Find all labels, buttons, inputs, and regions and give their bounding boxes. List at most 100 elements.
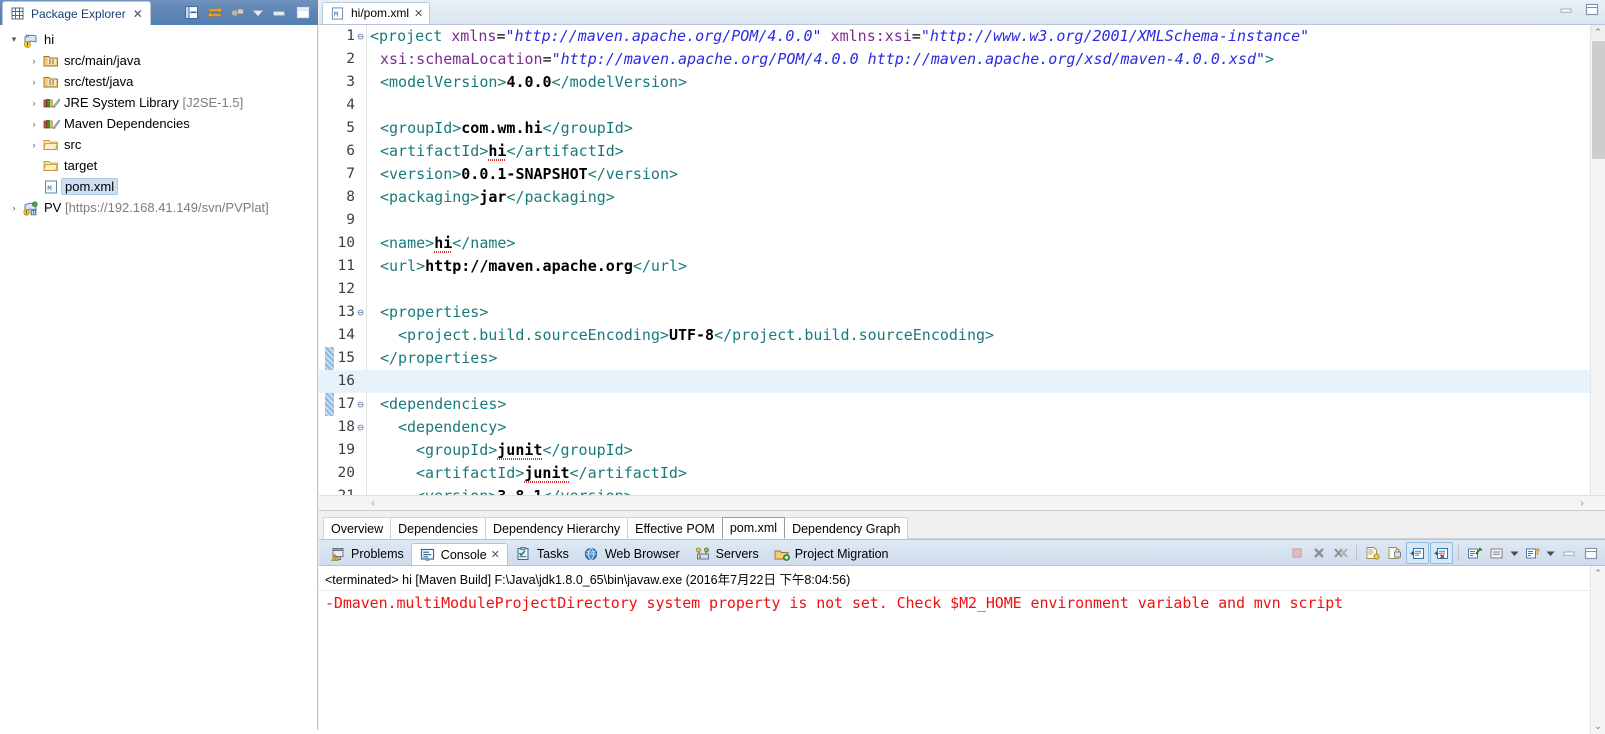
- scroll-up-icon[interactable]: ⌃: [1591, 566, 1605, 581]
- tab-pom-xml[interactable]: pom.xml: [721, 517, 786, 539]
- tab-effective-pom[interactable]: Effective POM: [627, 517, 723, 539]
- display-selected-console-icon[interactable]: [1486, 543, 1507, 563]
- scroll-down-icon[interactable]: ⌄: [1591, 719, 1605, 734]
- tree-item-hi[interactable]: ▾ M hi: [0, 29, 317, 50]
- code-line[interactable]: 12: [319, 278, 1605, 301]
- scroll-left-icon[interactable]: ‹: [366, 496, 380, 510]
- tab-console[interactable]: Console ✕: [410, 543, 508, 565]
- collapse-all-icon[interactable]: [180, 2, 202, 23]
- line-number: 13: [337, 304, 355, 320]
- twisty-icon[interactable]: ›: [26, 113, 42, 134]
- minimize-icon[interactable]: [1558, 543, 1579, 563]
- tree-item-jre-system-library[interactable]: › JRE System Library [J2SE-1.5]: [0, 92, 317, 113]
- code-line[interactable]: 18 ⊖ <dependency>: [319, 416, 1605, 439]
- code-line[interactable]: 11 <url>http://maven.apache.org</url>: [319, 255, 1605, 278]
- tab-servers[interactable]: Servers: [687, 543, 766, 565]
- tree-item-src-test-java[interactable]: › src/test/java: [0, 71, 317, 92]
- close-icon[interactable]: ✕: [131, 8, 143, 20]
- maximize-icon[interactable]: [292, 2, 314, 23]
- code-line[interactable]: 5 <groupId>com.wm.hi</groupId>: [319, 117, 1605, 140]
- line-number: 4: [346, 97, 355, 113]
- toolbar-separator: [1458, 545, 1459, 561]
- line-content: <name>hi</name>: [380, 234, 516, 253]
- code-line[interactable]: 6 <artifactId>hi</artifactId>: [319, 140, 1605, 163]
- minimize-icon[interactable]: [268, 2, 290, 23]
- xml-source-editor[interactable]: 1 ⊖ <project xmlns="http://maven.apache.or…: [319, 25, 1605, 511]
- code-line[interactable]: 14 <project.build.sourceEncoding>UTF-8</p…: [319, 324, 1605, 347]
- fold-toggle-icon[interactable]: ⊖: [355, 25, 366, 48]
- tab-dependencies[interactable]: Dependencies: [390, 517, 487, 539]
- show-console-on-error-icon[interactable]: [1430, 542, 1453, 564]
- tree-item-pv[interactable]: › PV [https://192.168.41.149/svn/PVPlat]: [0, 197, 317, 218]
- tab-dependency-hierarchy[interactable]: Dependency Hierarchy: [485, 517, 629, 539]
- scroll-right-icon[interactable]: ›: [1575, 496, 1589, 510]
- show-console-on-output-icon[interactable]: [1406, 542, 1429, 564]
- editor-horizontal-scrollbar[interactable]: ‹ ›: [319, 495, 1605, 510]
- tab-hi-pom-xml[interactable]: M hi/pom.xml ✕: [322, 2, 431, 24]
- code-line[interactable]: 10 <name>hi</name>: [319, 232, 1605, 255]
- twisty-icon[interactable]: ›: [6, 197, 22, 218]
- package-explorer-icon: [8, 6, 26, 22]
- link-with-editor-icon[interactable]: [204, 2, 226, 23]
- code-line-current[interactable]: 16: [319, 370, 1605, 393]
- twisty-icon[interactable]: ›: [26, 50, 42, 71]
- tab-dependency-graph[interactable]: Dependency Graph: [784, 517, 909, 539]
- lock-scroll-icon[interactable]: [1384, 543, 1405, 563]
- package-explorer-tree-container[interactable]: ▾ M hi › src/main/java › src/test/java ›…: [0, 25, 318, 730]
- tree-item-target[interactable]: target: [0, 155, 317, 176]
- editor-vertical-scrollbar[interactable]: ⌃ ⌄: [1590, 25, 1605, 510]
- code-line[interactable]: 13 ⊖ <properties>: [319, 301, 1605, 324]
- scrollbar-thumb[interactable]: [1592, 41, 1605, 159]
- console-vertical-scrollbar[interactable]: ⌃ ⌄: [1590, 566, 1605, 734]
- fold-toggle-icon[interactable]: ⊖: [355, 301, 366, 324]
- code-line[interactable]: 15 </properties>: [319, 347, 1605, 370]
- tab-overview[interactable]: Overview: [323, 517, 392, 539]
- minimize-icon[interactable]: [1559, 4, 1573, 16]
- code-lines[interactable]: 1 ⊖ <project xmlns="http://maven.apache.or…: [319, 25, 1605, 510]
- close-icon[interactable]: ✕: [414, 7, 423, 20]
- code-line[interactable]: 1 ⊖ <project xmlns="http://maven.apache.or…: [319, 25, 1605, 48]
- fold-toggle-icon[interactable]: ⊖: [355, 416, 366, 439]
- tab-project-migration[interactable]: Project Migration: [766, 543, 896, 565]
- close-icon[interactable]: ✕: [491, 548, 500, 561]
- code-line[interactable]: 7 <version>0.0.1-SNAPSHOT</version>: [319, 163, 1605, 186]
- maximize-icon[interactable]: [1580, 543, 1601, 563]
- code-line[interactable]: 4: [319, 94, 1605, 117]
- tab-web-browser[interactable]: Web Browser: [576, 543, 687, 565]
- twisty-icon[interactable]: ▾: [6, 29, 22, 50]
- console-output-area[interactable]: <terminated> hi [Maven Build] F:\Java\jd…: [319, 566, 1605, 734]
- pin-console-icon[interactable]: [1464, 543, 1485, 563]
- twisty-icon[interactable]: ›: [26, 92, 42, 113]
- scroll-up-icon[interactable]: ⌃: [1591, 25, 1605, 40]
- tab-problems[interactable]: Problems: [322, 543, 411, 565]
- tree-item-pom-xml[interactable]: M pom.xml: [0, 176, 317, 197]
- display-selected-console-dropdown-icon[interactable]: [1508, 543, 1521, 563]
- code-line[interactable]: 9: [319, 209, 1605, 232]
- tab-package-explorer[interactable]: Package Explorer ✕: [2, 1, 151, 25]
- code-line[interactable]: 19 <groupId>junit</groupId>: [319, 439, 1605, 462]
- tree-item-maven-dependencies[interactable]: › Maven Dependencies: [0, 113, 317, 134]
- code-line[interactable]: 3 <modelVersion>4.0.0</modelVersion>: [319, 71, 1605, 94]
- code-line[interactable]: 17 ⊖ <dependencies>: [319, 393, 1605, 416]
- tab-tasks[interactable]: Tasks: [508, 543, 576, 565]
- fold-toggle-icon[interactable]: ⊖: [355, 393, 366, 416]
- terminate-icon[interactable]: [1286, 543, 1307, 563]
- view-menu-icon[interactable]: [228, 2, 248, 23]
- maximize-icon[interactable]: [1585, 3, 1599, 16]
- remove-launch-icon[interactable]: [1308, 543, 1329, 563]
- clear-console-icon[interactable]: [1362, 543, 1383, 563]
- line-content: <properties>: [380, 303, 489, 321]
- open-console-dropdown-icon[interactable]: [1544, 543, 1557, 563]
- tree-item-src[interactable]: › src: [0, 134, 317, 155]
- code-line[interactable]: 2 xsi:schemaLocation="http://maven.apache…: [319, 48, 1605, 71]
- tree-item-suffix: [J2SE-1.5]: [182, 95, 244, 110]
- tree-item-src-main-java[interactable]: › src/main/java: [0, 50, 317, 71]
- code-line[interactable]: 20 <artifactId>junit</artifactId>: [319, 462, 1605, 485]
- remove-all-terminated-icon[interactable]: [1330, 543, 1351, 563]
- console-toolbar: [1286, 542, 1601, 564]
- open-console-icon[interactable]: [1522, 543, 1543, 563]
- twisty-icon[interactable]: ›: [26, 71, 42, 92]
- code-line[interactable]: 8 <packaging>jar</packaging>: [319, 186, 1605, 209]
- view-dropdown-icon[interactable]: [250, 2, 266, 23]
- twisty-icon[interactable]: ›: [26, 134, 42, 155]
